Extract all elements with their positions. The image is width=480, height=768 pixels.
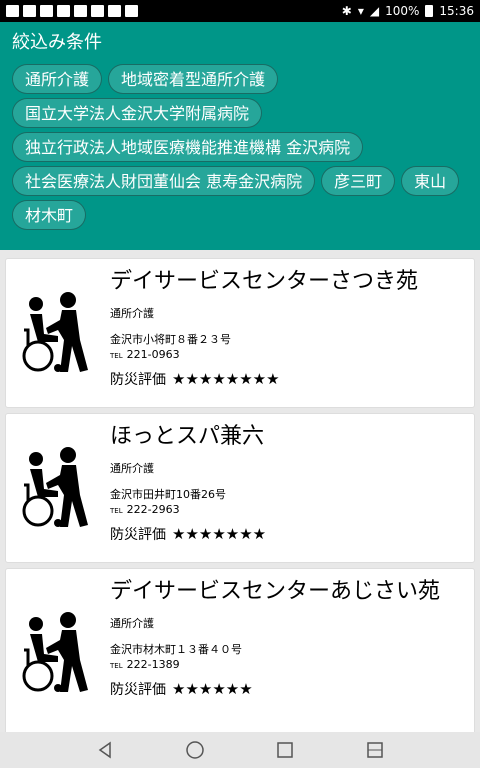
filter-chip[interactable]: 通所介護	[12, 64, 103, 94]
notification-icon	[6, 5, 19, 17]
rating-stars: ★★★★★★★★	[172, 370, 280, 388]
notification-icons	[6, 5, 138, 17]
facility-phone: TEL 222-2963	[110, 503, 468, 516]
wifi-icon: ▾	[357, 4, 364, 18]
android-icon	[125, 5, 138, 17]
facility-card[interactable]: デイサービスセンターあじさい苑 通所介護 金沢市材木町１３番４０号 TEL 22…	[5, 568, 475, 732]
home-icon[interactable]	[184, 739, 206, 761]
facility-address: 金沢市材木町１３番４０号	[110, 643, 242, 656]
filter-chip[interactable]: 材木町	[12, 200, 87, 230]
facility-name: デイサービスセンターあじさい苑	[110, 579, 441, 604]
phone-number[interactable]: 222-1389	[127, 658, 180, 671]
wheelchair-caregiver-icon	[6, 414, 106, 562]
facility-phone: TEL 221-0963	[110, 348, 468, 361]
filter-chip[interactable]: 地域密着型通所介護	[108, 64, 279, 94]
facility-list[interactable]: デイサービスセンターさつき苑 通所介護 金沢市小将町８番２３号 TEL 221-…	[0, 258, 480, 732]
filter-title: 絞込み条件	[12, 32, 102, 53]
facility-card[interactable]: ほっとスパ兼六 通所介護 金沢市田井町10番26号 TEL 222-2963 防…	[5, 413, 475, 563]
disaster-rating: 防災評価 ★★★★★★★	[110, 524, 468, 544]
wheelchair-caregiver-icon	[6, 259, 106, 407]
status-bar: ✱ ▾ ◢ 100% 15:36	[0, 0, 480, 22]
tel-icon: TEL	[110, 662, 123, 670]
rating-stars: ★★★★★★★	[172, 525, 267, 543]
filter-chip[interactable]: 社会医療法人財団董仙会 恵寿金沢病院	[12, 166, 316, 196]
filter-chip[interactable]: 彦三町	[321, 166, 396, 196]
wheelchair-caregiver-icon	[6, 569, 106, 732]
facility-address: 金沢市田井町10番26号	[110, 488, 226, 501]
filter-chips: 通所介護 地域密着型通所介護 国立大学法人金沢大学附属病院 独立行政法人地域医療…	[12, 64, 468, 230]
disaster-rating: 防災評価 ★★★★★★★★	[110, 369, 468, 389]
facility-category: 通所介護	[110, 307, 154, 320]
facility-name: ほっとスパ兼六	[110, 424, 265, 449]
phone-number[interactable]: 222-2963	[127, 503, 180, 516]
filter-chip[interactable]: 東山	[401, 166, 460, 196]
battery-percent: 100%	[385, 4, 420, 18]
facility-phone: TEL 222-1389	[110, 658, 468, 671]
facility-category: 通所介護	[110, 462, 154, 475]
filter-chip[interactable]: 独立行政法人地域医療機能推進機構 金沢病院	[12, 132, 364, 162]
split-screen-icon[interactable]	[364, 739, 386, 761]
filter-chip[interactable]: 国立大学法人金沢大学附属病院	[12, 98, 263, 128]
facility-category: 通所介護	[110, 617, 154, 630]
rating-label: 防災評価	[110, 527, 166, 543]
clock: 15:36	[439, 4, 474, 18]
rating-label: 防災評価	[110, 682, 166, 698]
signal-icon: ◢	[369, 4, 380, 18]
filter-panel: 絞込み条件 通所介護 地域密着型通所介護 国立大学法人金沢大学附属病院 独立行政…	[0, 22, 480, 250]
disaster-rating: 防災評価 ★★★★★★	[110, 679, 468, 699]
notification-icon	[74, 5, 87, 17]
facility-address: 金沢市小将町８番２３号	[110, 333, 231, 346]
mail-icon	[23, 5, 36, 17]
battery-icon	[425, 5, 434, 17]
back-icon[interactable]	[94, 739, 116, 761]
navigation-bar	[0, 732, 480, 768]
notification-icon	[57, 5, 70, 17]
facility-card[interactable]: デイサービスセンターさつき苑 通所介護 金沢市小将町８番２３号 TEL 221-…	[5, 258, 475, 408]
rating-label: 防災評価	[110, 372, 166, 388]
tel-icon: TEL	[110, 507, 123, 515]
rating-stars: ★★★★★★	[172, 680, 253, 698]
facility-name: デイサービスセンターさつき苑	[110, 269, 419, 294]
notification-icon	[91, 5, 104, 17]
recents-icon[interactable]	[274, 739, 296, 761]
tel-icon: TEL	[110, 352, 123, 360]
bluetooth-icon: ✱	[341, 4, 352, 18]
notification-icon	[40, 5, 53, 17]
notification-icon	[108, 5, 121, 17]
phone-number[interactable]: 221-0963	[127, 348, 180, 361]
